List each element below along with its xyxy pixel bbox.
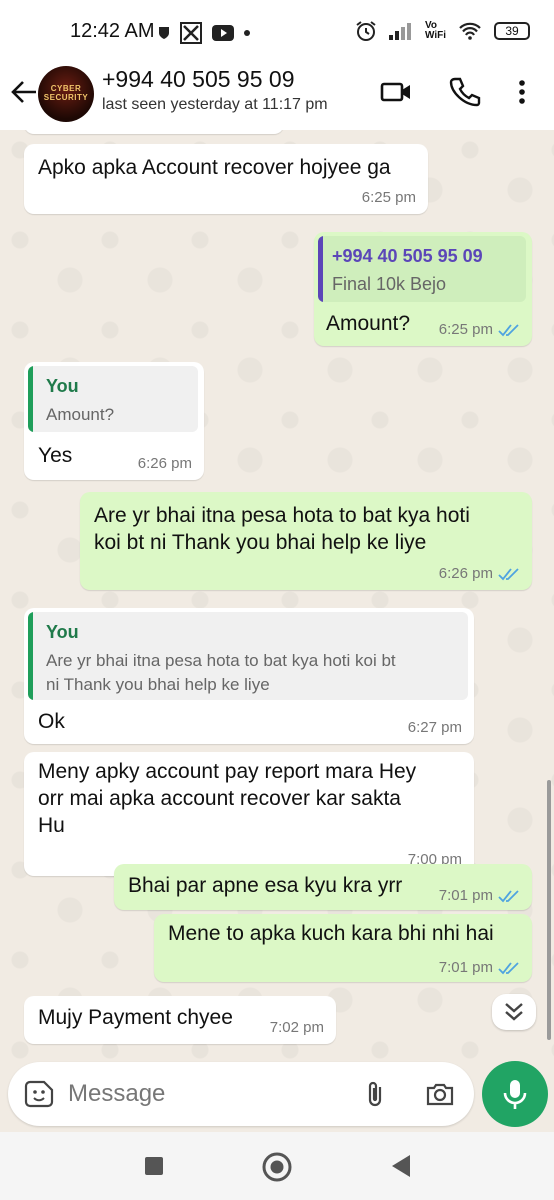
vowifi-label: Vo WiFi xyxy=(424,20,446,41)
quote-text-line: Are yr bhai itna pesa hota to bat kya ho… xyxy=(46,651,396,670)
message-time: 7:01 pm xyxy=(438,959,493,976)
youtube-notification-icon xyxy=(212,25,234,41)
scroll-down-button[interactable] xyxy=(492,994,536,1030)
message-time: 6:27 pm xyxy=(407,719,462,736)
quote-author: You xyxy=(46,376,79,396)
read-ticks-icon xyxy=(498,961,519,974)
mic-button[interactable] xyxy=(482,1061,548,1127)
scroll-down-icon xyxy=(505,1003,523,1021)
message-text: Mene to apka kuch kara bhi nhi hai xyxy=(168,922,494,945)
recents-button[interactable] xyxy=(142,1154,166,1178)
wifi-icon xyxy=(459,22,481,40)
emoji-sticker-icon[interactable] xyxy=(24,1078,56,1110)
signal-icon xyxy=(388,23,411,40)
message-text: Bhai par apne esa kyu kra yrr xyxy=(128,874,403,897)
quote-author: +994 40 505 95 09 xyxy=(332,246,483,266)
mic-icon xyxy=(503,1080,527,1109)
outgoing-message[interactable]: Bhai par apne esa kyu kra yrr 7:01 pm xyxy=(114,864,532,910)
chat-scrollbar[interactable] xyxy=(547,780,551,1040)
message-text-line: Meny apky account pay report mara Hey xyxy=(38,760,417,783)
message-time: 6:25 pm xyxy=(438,321,493,338)
message-time: 6:26 pm xyxy=(438,565,493,582)
message-text: Ok xyxy=(38,710,65,733)
message-time: 7:01 pm xyxy=(438,887,493,904)
chat-area[interactable]: Apko apka Account recover hojyee ga 6:25… xyxy=(0,130,554,1060)
read-ticks-icon xyxy=(498,323,519,336)
system-navigation-bar xyxy=(0,1132,554,1200)
quoted-message[interactable]: You Amount? xyxy=(28,366,198,432)
nav-back-button[interactable] xyxy=(388,1152,414,1180)
quote-author: You xyxy=(46,622,79,642)
message-composer[interactable]: Message xyxy=(8,1062,474,1126)
incoming-message[interactable]: You Amount? Yes 6:26 pm xyxy=(24,362,204,480)
back-arrow-icon[interactable] xyxy=(8,76,40,108)
home-button[interactable] xyxy=(261,1151,293,1183)
message-text-line: orr mai apka account recover kar sakta xyxy=(38,787,401,810)
quote-text-line: ni Thank you bhai help ke liye xyxy=(46,675,270,694)
avatar-text: CYBER SECURITY xyxy=(43,84,89,102)
clipped-message-bubble xyxy=(24,130,284,134)
chat-header: CYBER SECURITY +994 40 505 95 09 last se… xyxy=(0,62,554,130)
status-time: 12:42 AM xyxy=(70,20,155,42)
app-notification-icon xyxy=(180,22,202,44)
incoming-message[interactable]: Apko apka Account recover hojyee ga 6:25… xyxy=(24,144,428,214)
alarm-icon xyxy=(356,21,376,41)
camera-icon[interactable] xyxy=(424,1078,456,1110)
message-text-line: koi bt ni Thank you bhai help ke liye xyxy=(94,531,427,554)
read-ticks-icon xyxy=(498,567,519,580)
quote-text: Final 10k Bejo xyxy=(332,274,447,294)
shield-notification-icon xyxy=(159,27,169,39)
message-input[interactable]: Message xyxy=(68,1080,165,1108)
last-seen: last seen yesterday at 11:17 pm xyxy=(102,96,328,113)
incoming-message[interactable]: You Are yr bhai itna pesa hota to bat ky… xyxy=(24,608,474,744)
status-bar: 12:42 AM Vo WiFi 39 xyxy=(0,0,554,62)
outgoing-message[interactable]: Are yr bhai itna pesa hota to bat kya ho… xyxy=(80,492,532,590)
battery-indicator: 39 xyxy=(494,22,530,40)
dot-icon xyxy=(244,30,250,36)
message-time: 7:02 pm xyxy=(269,1019,324,1036)
outgoing-message[interactable]: Mene to apka kuch kara bhi nhi hai 7:01 … xyxy=(154,914,532,982)
video-call-icon[interactable] xyxy=(378,74,414,110)
message-text-line: Are yr bhai itna pesa hota to bat kya ho… xyxy=(94,504,470,527)
read-ticks-icon xyxy=(498,889,519,902)
message-text: Apko apka Account recover hojyee ga xyxy=(38,156,391,179)
phone-icon[interactable] xyxy=(446,74,482,110)
outgoing-message[interactable]: +994 40 505 95 09 Final 10k Bejo Amount?… xyxy=(314,232,532,346)
incoming-message[interactable]: Meny apky account pay report mara Hey or… xyxy=(24,752,474,876)
message-text: Amount? xyxy=(326,312,411,335)
quoted-message[interactable]: +994 40 505 95 09 Final 10k Bejo xyxy=(318,236,526,302)
avatar[interactable]: CYBER SECURITY xyxy=(38,66,94,122)
message-text: Mujy Payment chyee xyxy=(38,1006,233,1029)
contact-name[interactable]: +994 40 505 95 09 xyxy=(102,66,295,93)
incoming-message[interactable]: Mujy Payment chyee 7:02 pm xyxy=(24,996,336,1044)
quote-text: Amount? xyxy=(46,405,115,424)
message-text: Yes xyxy=(38,444,73,467)
message-time: 6:26 pm xyxy=(137,455,192,472)
more-options-icon[interactable] xyxy=(504,74,540,110)
message-text-line: Hu xyxy=(38,814,65,837)
message-time: 6:25 pm xyxy=(361,189,416,206)
quoted-message[interactable]: You Are yr bhai itna pesa hota to bat ky… xyxy=(28,612,468,700)
attach-icon[interactable] xyxy=(360,1078,392,1110)
